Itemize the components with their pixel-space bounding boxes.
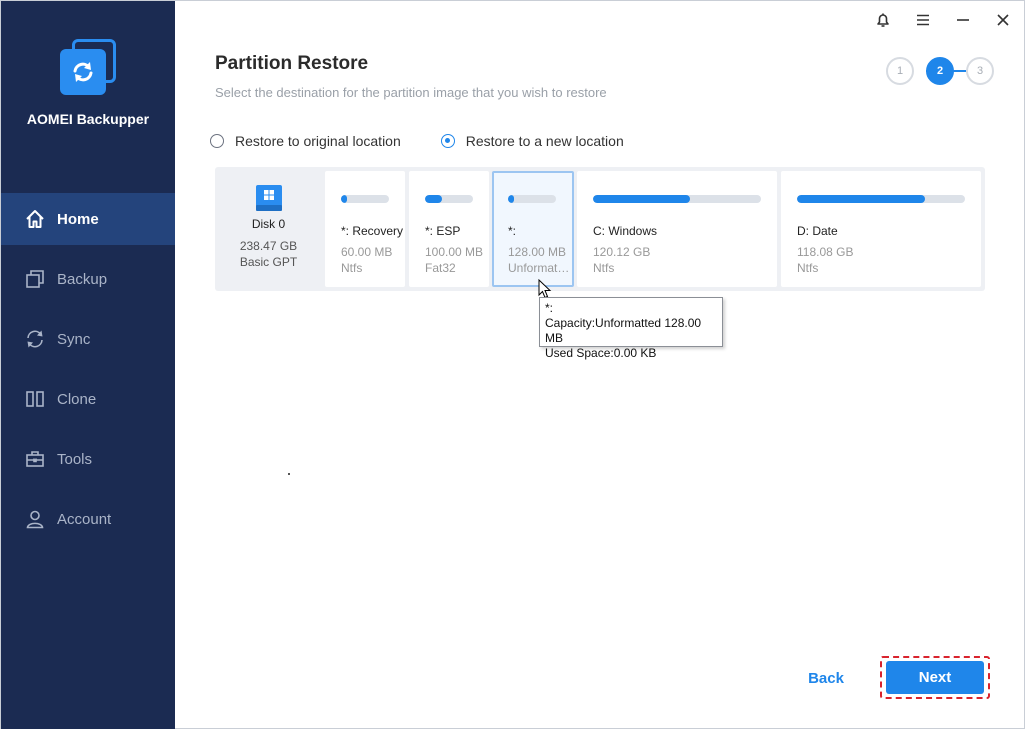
restore-location-options: Restore to original location Restore to … (210, 131, 664, 151)
partition-size: 120.12 GB (593, 245, 651, 259)
partition-esp[interactable]: *: ESP 100.00 MB Fat32 (409, 171, 489, 287)
radio-new-location[interactable]: Restore to a new location (440, 133, 624, 149)
partition-filesystem: Ntfs (341, 261, 363, 275)
backup-icon (25, 269, 45, 289)
radio-button-icon (210, 134, 224, 148)
sidebar-item-tools[interactable]: Tools (1, 433, 175, 485)
page-title: Partition Restore (215, 53, 369, 74)
partition-recovery[interactable]: *: Recovery 60.00 MB Ntfs (325, 171, 405, 287)
sidebar-item-label: Tools (57, 450, 93, 468)
partition-size: 128.00 MB (508, 245, 567, 259)
partition-name: *: ESP (425, 224, 461, 238)
partition-name: *: Recovery (341, 224, 404, 238)
partition-filesystem: Ntfs (797, 261, 819, 275)
partition-filesystem: Unformatted (508, 261, 570, 275)
sync-icon (25, 329, 45, 349)
radio-label: Restore to original location (235, 133, 401, 149)
next-button[interactable]: Next (886, 661, 984, 694)
disk-row: Disk 0 238.47 GB Basic GPT *: Recovery 6… (215, 167, 985, 291)
sidebar-item-account[interactable]: Account (1, 493, 175, 545)
tools-icon (25, 449, 45, 469)
partition-usage-bar (425, 195, 473, 203)
partition-filesystem: Ntfs (593, 261, 615, 275)
partition-unformatted[interactable]: *: 128.00 MB Unformatted (492, 171, 574, 287)
account-icon (25, 509, 45, 529)
sidebar-item-backup[interactable]: Backup (1, 253, 175, 305)
disk-size: 238.47 GB (239, 239, 298, 253)
step-3: 3 (966, 57, 994, 85)
partition-usage-bar (341, 195, 389, 203)
sidebar-item-label: Sync (57, 330, 91, 348)
sidebar-item-label: Clone (57, 390, 97, 408)
sidebar-item-label: Account (57, 510, 112, 528)
disk-type: Basic GPT (239, 255, 298, 269)
close-icon[interactable] (992, 9, 1014, 31)
disk-name: Disk 0 (251, 217, 286, 231)
partition-d-date[interactable]: D: Date 118.08 GB Ntfs (781, 171, 981, 287)
minimize-icon[interactable] (952, 9, 974, 31)
partition-name: D: Date (797, 224, 838, 238)
partition-size: 100.00 MB (425, 245, 484, 259)
partition-name: *: (508, 224, 517, 238)
sidebar-item-label: Home (57, 210, 99, 228)
tooltip-used-space: Used Space:0.00 KB (545, 346, 657, 360)
partition-filesystem: Fat32 (425, 261, 456, 275)
partition-tooltip: *: Capacity:Unformatted 128.00 MB Used S… (539, 297, 723, 360)
disk-info: Disk 0 238.47 GB Basic GPT (215, 167, 322, 291)
radio-label: Restore to a new location (465, 133, 624, 149)
step-indicator: 1 2 3 (886, 57, 996, 85)
sidebar-nav: Home Backup Sync Clone Tools Account (1, 193, 175, 553)
step-connector (952, 70, 966, 72)
tooltip-title: *: (545, 301, 554, 315)
disk-icon (254, 183, 284, 213)
menu-icon[interactable] (912, 9, 934, 31)
app-logo-icon (60, 39, 116, 95)
app-name: AOMEI Backupper (26, 111, 150, 127)
partition-usage-bar (797, 195, 965, 203)
sidebar: AOMEI Backupper Home Backup Sync Clone T… (1, 1, 175, 729)
sidebar-item-sync[interactable]: Sync (1, 313, 175, 365)
partition-name: C: Windows (593, 224, 658, 238)
home-icon (25, 209, 45, 229)
sidebar-item-home[interactable]: Home (1, 193, 175, 245)
sidebar-item-label: Backup (57, 270, 108, 288)
partition-size: 118.08 GB (797, 245, 854, 259)
radio-button-icon (440, 134, 455, 148)
page-subtitle: Select the destination for the partition… (215, 85, 607, 100)
app-window: AOMEI Backupper Home Backup Sync Clone T… (0, 0, 1025, 729)
partition-size: 60.00 MB (341, 245, 393, 259)
brand: AOMEI Backupper (1, 39, 175, 127)
tooltip-capacity: Capacity:Unformatted 128.00 MB (545, 316, 702, 345)
sidebar-item-clone[interactable]: Clone (1, 373, 175, 425)
step-1: 1 (886, 57, 914, 85)
partition-usage-bar (508, 195, 556, 203)
back-button[interactable]: Back (796, 663, 856, 693)
partition-c-windows[interactable]: C: Windows 120.12 GB Ntfs (577, 171, 777, 287)
stray-dot (288, 473, 290, 475)
clone-icon (25, 389, 45, 409)
radio-original-location[interactable]: Restore to original location (210, 133, 401, 149)
step-2: 2 (926, 57, 954, 85)
partition-usage-bar (593, 195, 761, 203)
bell-icon[interactable] (872, 9, 894, 31)
mouse-cursor-icon (538, 278, 552, 299)
